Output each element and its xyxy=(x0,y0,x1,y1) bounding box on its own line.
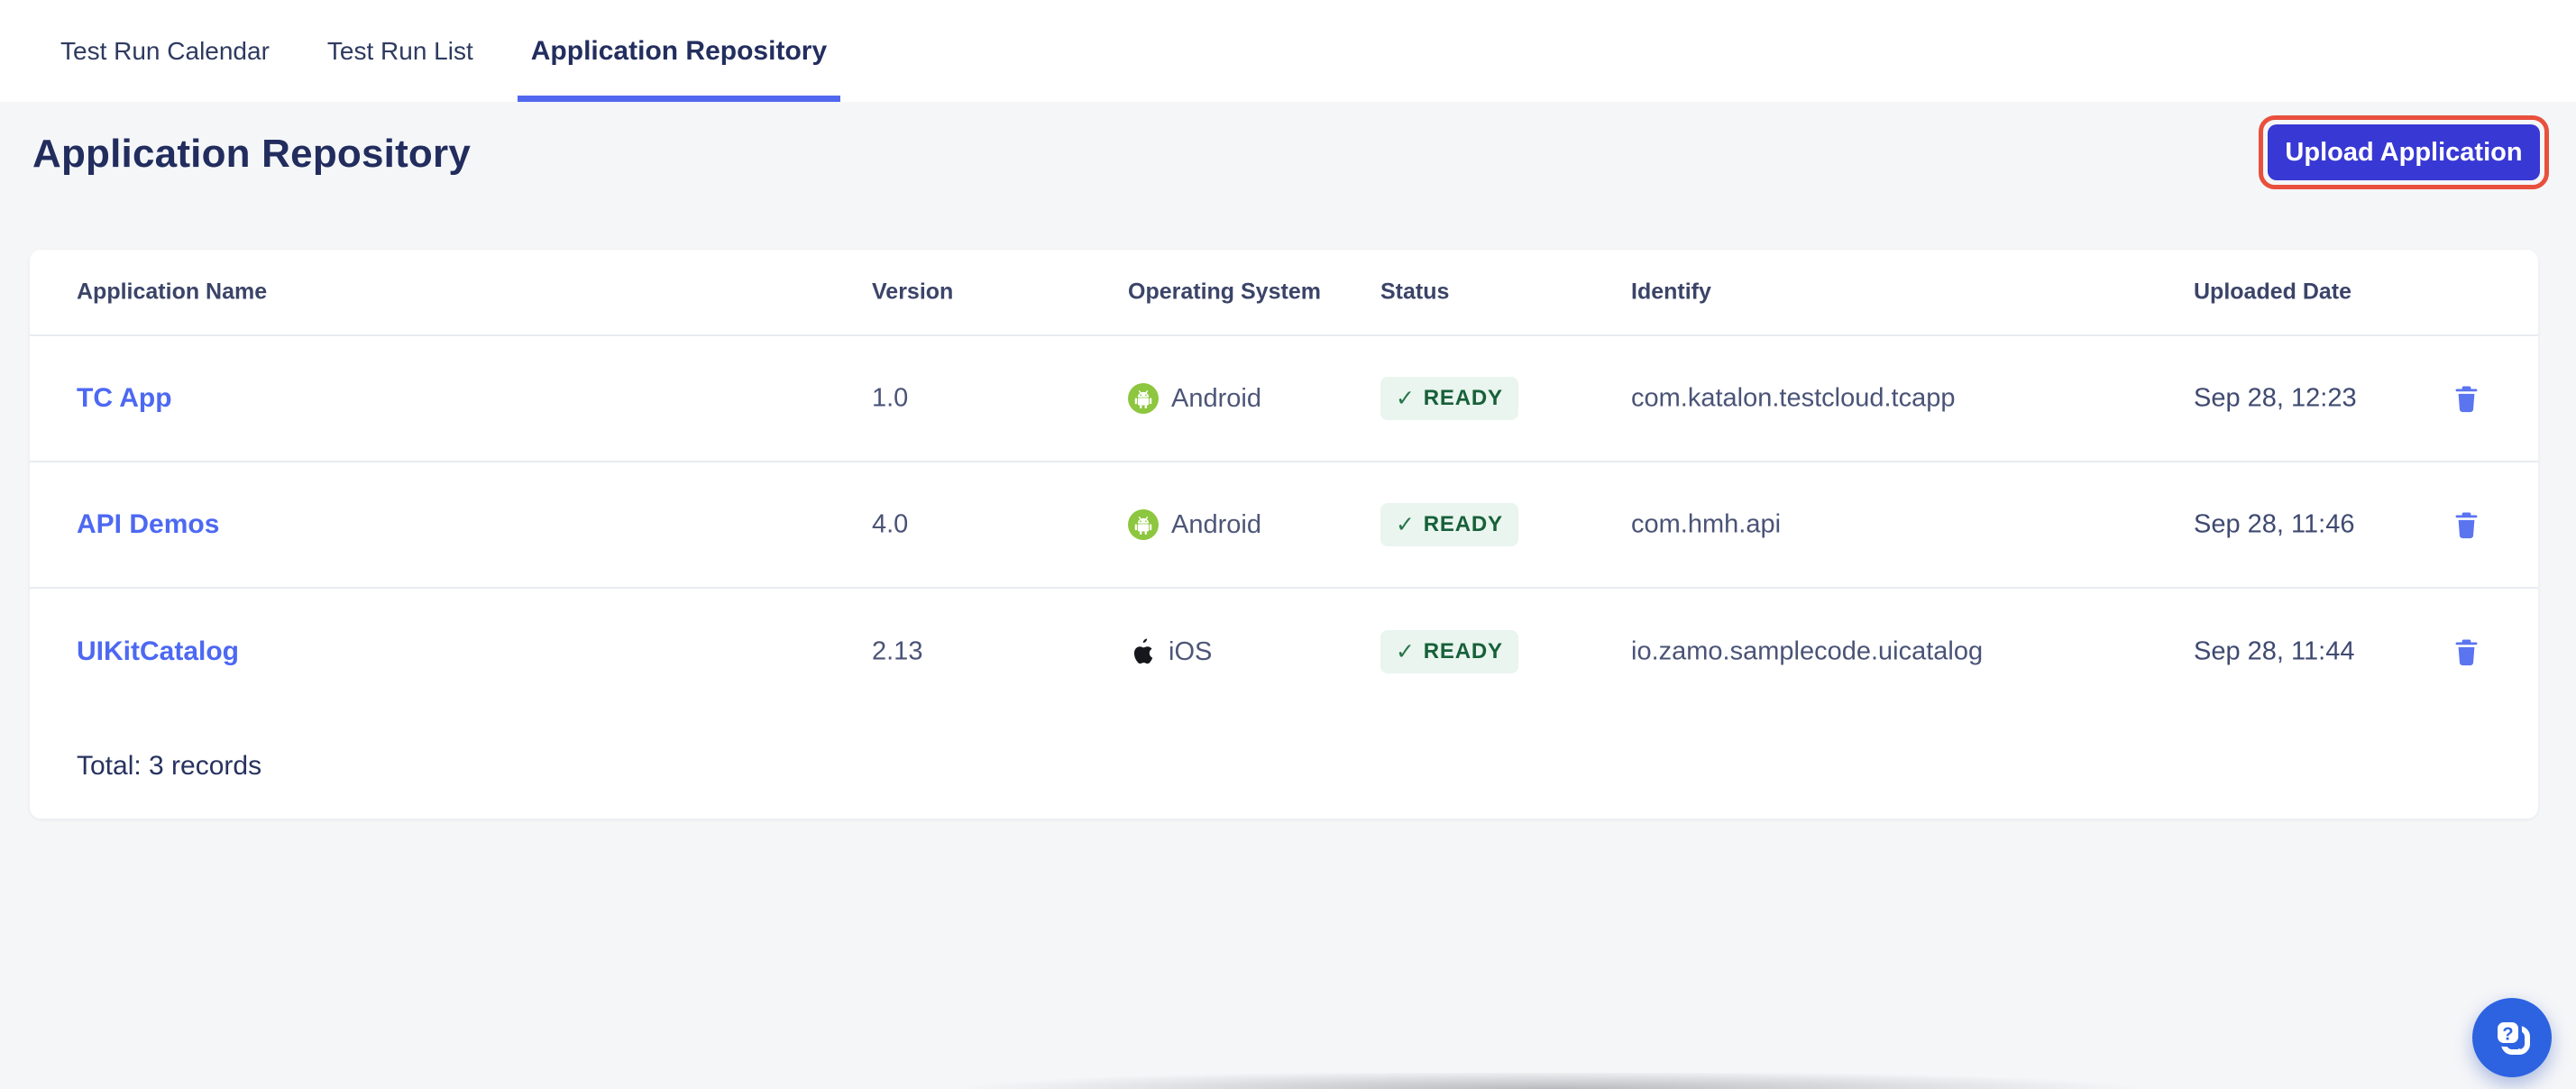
delete-application-button[interactable] xyxy=(2446,632,2486,672)
status-badge: ✓ READY xyxy=(1380,630,1518,673)
column-header-uploaded-date: Uploaded Date xyxy=(2194,279,2351,306)
application-table-card: Application Name Version Operating Syste… xyxy=(30,250,2538,819)
version-value: 1.0 xyxy=(872,384,908,414)
uploaded-date-value: Sep 28, 11:44 xyxy=(2194,637,2354,667)
os-label: Android xyxy=(1171,510,1261,540)
help-fab-button[interactable] xyxy=(2472,998,2552,1077)
table-header-row: Application Name Version Operating Syste… xyxy=(30,250,2538,336)
column-header-version: Version xyxy=(872,279,953,306)
trash-icon xyxy=(2454,638,2479,666)
tab-test-run-list[interactable]: Test Run List xyxy=(314,0,487,102)
application-name-link[interactable]: API Demos xyxy=(77,509,219,540)
page-title: Application Repository xyxy=(32,132,471,177)
total-records-label: Total: 3 records xyxy=(77,751,261,782)
trash-icon xyxy=(2454,385,2479,413)
android-icon xyxy=(1128,509,1159,540)
uploaded-date-value: Sep 28, 12:23 xyxy=(2194,384,2357,414)
version-value: 2.13 xyxy=(872,637,922,667)
column-header-operating-system: Operating System xyxy=(1128,279,1321,306)
version-value: 4.0 xyxy=(872,510,908,540)
check-icon: ✓ xyxy=(1396,385,1416,412)
top-tab-bar: Test Run Calendar Test Run List Applicat… xyxy=(0,0,2576,102)
status-label: READY xyxy=(1424,386,1503,411)
application-name-link[interactable]: TC App xyxy=(77,383,172,414)
os-label: Android xyxy=(1171,384,1261,414)
status-badge: ✓ READY xyxy=(1380,503,1518,546)
table-footer: Total: 3 records xyxy=(30,715,2538,817)
android-icon xyxy=(1128,383,1159,414)
delete-application-button[interactable] xyxy=(2446,379,2486,418)
uploaded-date-value: Sep 28, 11:46 xyxy=(2194,510,2354,540)
os-label: iOS xyxy=(1169,637,1212,667)
delete-application-button[interactable] xyxy=(2446,505,2486,544)
application-name-link[interactable]: UIKitCatalog xyxy=(77,636,239,667)
table-row: API Demos 4.0 Android ✓ READY com.hmh.ap… xyxy=(30,462,2538,589)
upload-application-button[interactable]: Upload Application xyxy=(2268,124,2540,180)
column-header-application-name: Application Name xyxy=(77,279,267,306)
identify-value: com.katalon.testcloud.tcapp xyxy=(1631,384,1955,414)
status-label: READY xyxy=(1424,639,1503,664)
status-label: READY xyxy=(1424,512,1503,537)
help-chat-icon xyxy=(2490,1016,2534,1059)
trash-icon xyxy=(2454,511,2479,539)
apple-icon xyxy=(1128,636,1156,667)
identify-value: io.zamo.samplecode.uicatalog xyxy=(1631,637,1983,667)
tab-test-run-calendar[interactable]: Test Run Calendar xyxy=(47,0,283,102)
check-icon: ✓ xyxy=(1396,638,1416,665)
table-row: UIKitCatalog 2.13 iOS ✓ READY io.zamo.sa… xyxy=(30,589,2538,715)
identify-value: com.hmh.api xyxy=(1631,510,1781,540)
column-header-identify: Identify xyxy=(1631,279,1711,306)
dock-shadow xyxy=(802,1073,2299,1089)
status-badge: ✓ READY xyxy=(1380,377,1518,420)
column-header-status: Status xyxy=(1380,279,1449,306)
check-icon: ✓ xyxy=(1396,511,1416,538)
tab-application-repository[interactable]: Application Repository xyxy=(518,0,840,102)
table-row: TC App 1.0 Android ✓ READY com.katalon.t… xyxy=(30,336,2538,462)
highlight-ring: Upload Application xyxy=(2259,115,2549,189)
